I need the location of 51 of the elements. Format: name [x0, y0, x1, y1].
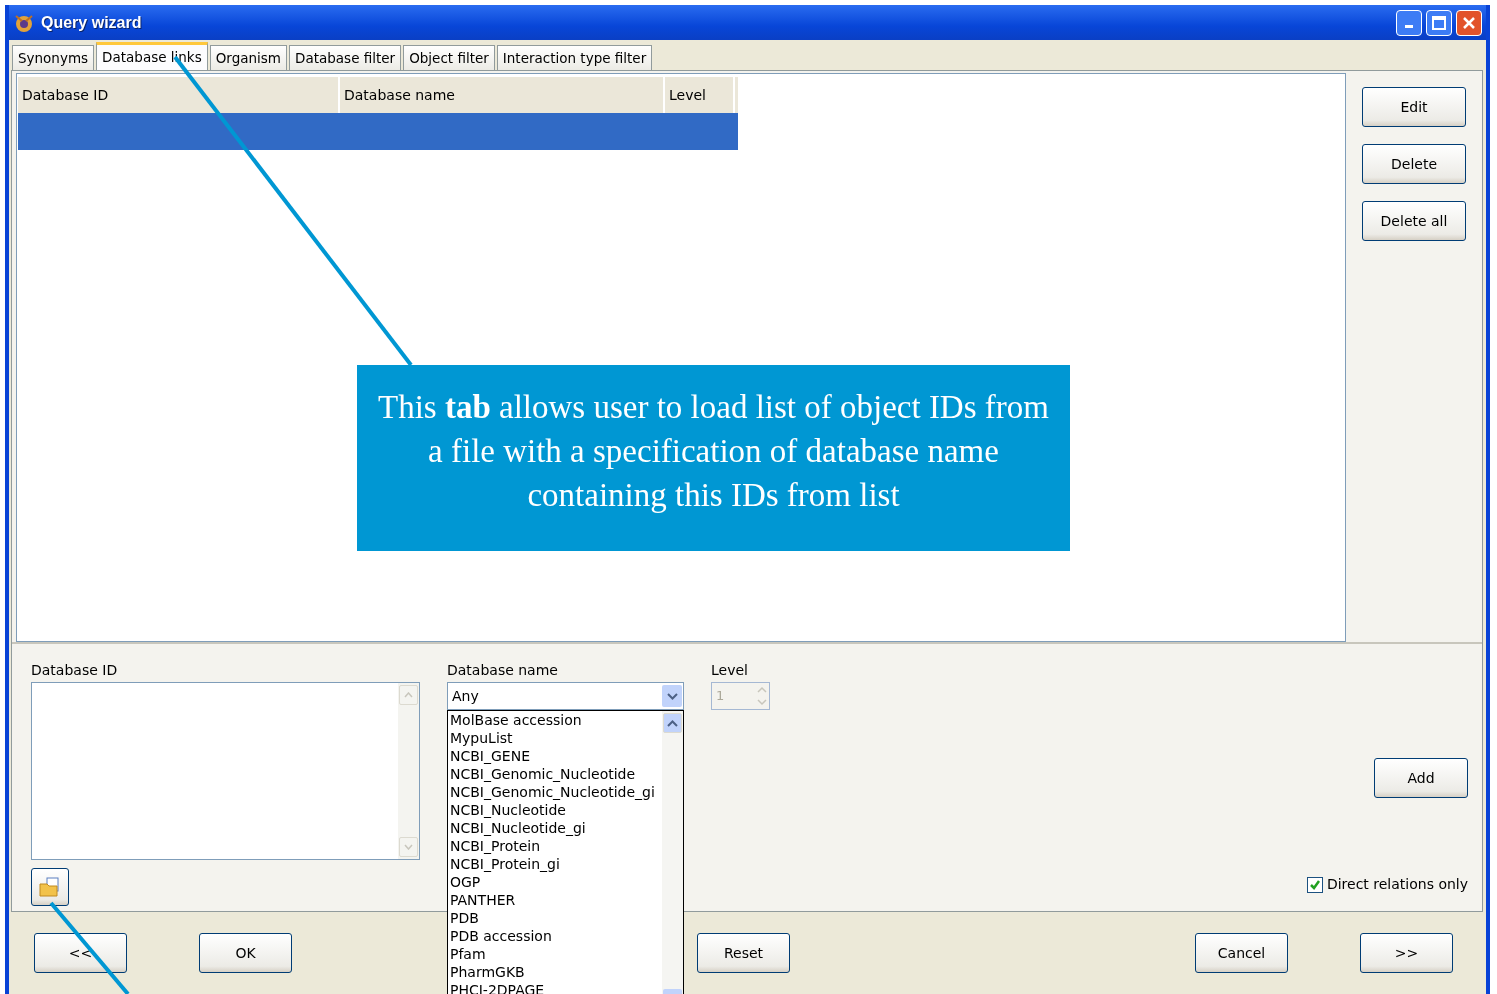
callout-text: This tab allows user to load list of object IDs from a file with a specification of database name containing this IDs from list: [357, 365, 1070, 551]
scroll-up-icon: [399, 685, 418, 705]
add-button[interactable]: Add: [1374, 758, 1468, 798]
dropdown-option[interactable]: NCBI_Genomic_Nucleotide: [450, 765, 662, 783]
dropdown-option[interactable]: NCBI_Protein_gi: [450, 855, 662, 873]
side-button[interactable]: Edit: [1362, 87, 1466, 127]
close-icon: [1462, 15, 1476, 30]
tab[interactable]: Database filter: [289, 45, 402, 70]
dropdown-option[interactable]: MolBase accession: [450, 711, 662, 729]
dropdown-option[interactable]: NCBI_Genomic_Nucleotide_gi: [450, 783, 662, 801]
side-button[interactable]: Delete: [1362, 144, 1466, 184]
field-label: Database ID: [31, 662, 119, 678]
window-title: Query wizard: [41, 12, 142, 33]
spinner-arrows-icon: [755, 684, 769, 708]
minimize-icon: [1405, 25, 1413, 28]
maximize-icon: [1432, 15, 1446, 30]
dropdown-option[interactable]: PDB: [450, 909, 662, 927]
footer-button[interactable]: >>: [1360, 933, 1453, 973]
field-label: Database name: [447, 662, 559, 678]
scroll-down-icon: [399, 837, 418, 857]
tab[interactable]: Synonyms: [12, 45, 95, 70]
scroll-up-icon: [663, 713, 682, 733]
dropdown-option[interactable]: PDB accession: [450, 927, 662, 945]
scrollbar[interactable]: [662, 711, 683, 994]
dropdown-option[interactable]: NCBI_Nucleotide_gi: [450, 819, 662, 837]
dropdown-option[interactable]: PharmGKB: [450, 963, 662, 981]
database-name-dropdown[interactable]: Any: [447, 682, 684, 710]
footer-button[interactable]: Reset: [697, 933, 790, 973]
tab[interactable]: Organism: [209, 45, 287, 70]
field-label: Level: [711, 662, 749, 678]
footer-button[interactable]: Cancel: [1195, 933, 1288, 973]
minimize-button[interactable]: [1396, 9, 1422, 36]
tab[interactable]: Object filter: [403, 45, 495, 70]
dropdown-option[interactable]: NCBI_GENE: [450, 747, 662, 765]
dropdown-option[interactable]: PANTHER: [450, 891, 662, 909]
folder-icon: [39, 877, 61, 897]
checkbox-label: Direct relations only: [1326, 875, 1468, 894]
maximize-button[interactable]: [1426, 9, 1452, 36]
footer-button[interactable]: OK: [199, 933, 292, 973]
dropdown-list[interactable]: [447, 710, 684, 994]
dropdown-option[interactable]: NCBI_Nucleotide: [450, 801, 662, 819]
dropdown-option[interactable]: OGP: [450, 873, 662, 891]
database-id-field[interactable]: [31, 682, 420, 860]
open-file-button[interactable]: [31, 868, 69, 906]
dropdown-option[interactable]: NCBI_Protein: [450, 837, 662, 855]
dropdown-option[interactable]: MypuList: [450, 729, 662, 747]
checkbox[interactable]: [1306, 876, 1323, 893]
dropdown-option[interactable]: Pfam: [450, 945, 662, 963]
side-button[interactable]: Delete all: [1362, 201, 1466, 241]
tab[interactable]: Interaction type filter: [496, 45, 653, 70]
close-button[interactable]: [1456, 9, 1482, 36]
